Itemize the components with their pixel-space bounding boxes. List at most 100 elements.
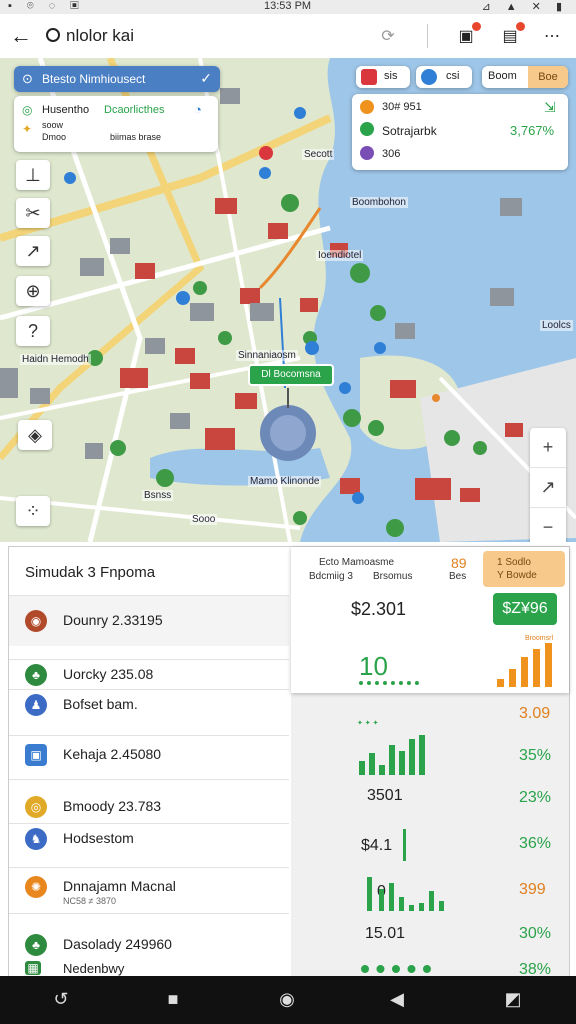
- tag-icon: [361, 69, 377, 85]
- app-title: nlolor kai: [66, 26, 135, 45]
- status-left-icons: ▪ ⌾ ◌ ▣: [8, 0, 85, 12]
- pct-cell: 399: [519, 881, 546, 898]
- location-info-card[interactable]: ◎ Husentho Dcaorlicthes ◔ ✦ soow Dmoo bi…: [14, 96, 218, 152]
- toggle-tabs[interactable]: Boom Boe: [482, 66, 568, 88]
- info-title: Husentho: [42, 104, 90, 116]
- row-icon: ◉: [25, 610, 47, 632]
- app-bar: ← nlolor kai ⟳ ▣ ▤ ⋯: [0, 14, 576, 59]
- place-label: Haidn Hemodh: [20, 354, 91, 365]
- pct-cell: 35%: [519, 747, 552, 764]
- route-label-badge[interactable]: Dl Bocomsna: [248, 364, 334, 386]
- back-icon[interactable]: ↺: [50, 988, 72, 1010]
- row-icon: ◎: [25, 796, 47, 818]
- tab-boom[interactable]: Boom: [488, 70, 517, 82]
- back-triangle-icon[interactable]: ◀: [386, 988, 408, 1010]
- expand-icon[interactable]: ⇲: [544, 99, 556, 116]
- status-bar: ▪ ⌾ ◌ ▣ 13:53 PM ⊿ ▲ ✕ ▮: [0, 0, 576, 14]
- back-arrow-icon[interactable]: ←: [10, 23, 32, 49]
- info-line2: soow: [42, 120, 64, 130]
- place-label: Boombohon: [350, 197, 408, 208]
- panel-title: Simudak 3 Fnpoma: [25, 564, 156, 581]
- row-icon: ✺: [25, 876, 47, 898]
- divider: [427, 24, 428, 48]
- zoom-controls: + ↗ − ↕: [530, 428, 566, 542]
- stats-card[interactable]: 30# 951 ⇲ Sotrajarbk 3,767% 306: [352, 94, 568, 170]
- row-icon: ♣: [25, 664, 47, 686]
- value-bar: [403, 829, 406, 861]
- chip-red[interactable]: sis: [356, 66, 410, 88]
- map-search-card[interactable]: ⊙ Btesto Nimhiousect ✓: [14, 66, 220, 92]
- pct-cell: 36%: [519, 835, 552, 852]
- panel-header: Simudak 3 Fnpoma: [9, 547, 289, 595]
- map-search-label: Btesto Nimhiousect: [42, 72, 146, 86]
- place-label: Sooo: [190, 514, 218, 525]
- place-label: Secott: [302, 149, 335, 160]
- layers-icon[interactable]: ⊥: [16, 160, 50, 190]
- app-logo-icon: [46, 28, 60, 42]
- list-item[interactable]: ♟ Bofset bam.: [9, 689, 289, 736]
- data-panel: Simudak 3 Fnpoma ◉ Dounry 2.33195 ♣ Uorc…: [8, 546, 570, 978]
- pct-cell: 30%: [519, 925, 552, 942]
- pct-cell: 3.09: [519, 705, 551, 722]
- check-icon[interactable]: ✓: [200, 70, 212, 87]
- row-icon: ▦: [25, 961, 41, 975]
- calendar-icon[interactable]: ▣: [456, 22, 481, 46]
- tilt-icon[interactable]: ↗: [530, 468, 566, 508]
- home-circle-icon[interactable]: ◉: [276, 988, 298, 1010]
- metrics-panel: Ecto Mamoasme Bdcmiig 3 Brsomus 89 Bes 1…: [291, 547, 569, 978]
- pin-icon: [421, 69, 437, 85]
- help-icon[interactable]: ?: [16, 316, 50, 346]
- tab-boe[interactable]: Boe: [528, 66, 568, 88]
- list-item[interactable]: ✺ Dnnajamn Macnal NC58 ≠ 3870: [9, 867, 289, 914]
- chip-blue[interactable]: csi: [416, 66, 472, 88]
- list-item[interactable]: ♣ Dasolady 249960: [9, 913, 289, 958]
- map-view[interactable]: ⊙ Btesto Nimhiousect ✓ ◎ Husentho Dcaorl…: [0, 58, 576, 542]
- tools-icon[interactable]: ✂: [16, 198, 50, 228]
- target-icon[interactable]: ⊕: [16, 276, 50, 306]
- stat-icon-2: [360, 122, 374, 136]
- pct-cell: 23%: [519, 789, 552, 806]
- list-item[interactable]: ◎ Bmoody 23.783: [9, 779, 289, 824]
- row-icon: ▣: [25, 744, 47, 766]
- more-icon[interactable]: ⋯: [542, 26, 562, 46]
- system-nav-bar: ↺ ■ ◉ ◀ ◩: [0, 976, 576, 1024]
- home-square-icon[interactable]: ■: [162, 988, 184, 1010]
- place-label: Ioendiotel: [316, 250, 364, 261]
- value-cell: $4.1: [361, 837, 393, 854]
- sparkline-green: [359, 681, 419, 689]
- info-line3a: Dmoo: [42, 132, 67, 142]
- metrics-header: Ecto Mamoasme Bdcmiig 3 Brsomus 89 Bes 1…: [291, 547, 569, 693]
- list-item[interactable]: ▣ Kehaja 2.45080: [9, 735, 289, 780]
- row-icon: ♟: [25, 694, 47, 716]
- top-value: $2.301: [351, 599, 407, 619]
- recents-icon[interactable]: ◩: [502, 988, 524, 1010]
- place-label: Sinnaniaosm: [236, 350, 298, 361]
- status-right-icons: ⊿ ▲ ✕ ▮: [481, 1, 568, 13]
- notifications-icon[interactable]: ▤: [500, 22, 525, 46]
- refresh-icon[interactable]: ⟳: [378, 26, 398, 46]
- status-time: 13:53 PM: [264, 0, 312, 12]
- list-item[interactable]: ♞ Hodsestom: [9, 823, 289, 868]
- row-icon: ♞: [25, 828, 47, 850]
- green-bar-chart: [359, 735, 425, 775]
- value-cell: 15.01: [365, 925, 406, 942]
- info-action-icon[interactable]: ◔: [194, 102, 202, 117]
- list-item[interactable]: ♣ Uorcky 235.08: [9, 659, 289, 690]
- row-icon: ♣: [25, 934, 47, 956]
- orange-bar-chart: [497, 643, 552, 687]
- search-icon: ⊙: [22, 71, 33, 86]
- info-subtitle: Dcaorlicthes: [104, 104, 165, 116]
- list-item[interactable]: ◉ Dounry 2.33195: [9, 595, 289, 646]
- zoom-out-icon[interactable]: −: [530, 508, 566, 542]
- grid-icon[interactable]: ⁘: [16, 496, 50, 526]
- place-label: Loolcs: [540, 320, 573, 331]
- compass-icon[interactable]: ◈: [18, 420, 52, 450]
- highlight-header[interactable]: 1 Sodlo Y Bowde: [483, 551, 565, 587]
- zoom-in-icon[interactable]: +: [530, 428, 566, 468]
- route-icon[interactable]: ↗: [16, 236, 50, 266]
- list-item[interactable]: ▦ Nedenbwy: [9, 957, 289, 977]
- location-icon: ◎: [22, 103, 33, 117]
- place-label: Bsnss: [142, 490, 174, 501]
- green-badge[interactable]: $Z¥96: [493, 593, 557, 625]
- stat-icon-1: [360, 100, 374, 114]
